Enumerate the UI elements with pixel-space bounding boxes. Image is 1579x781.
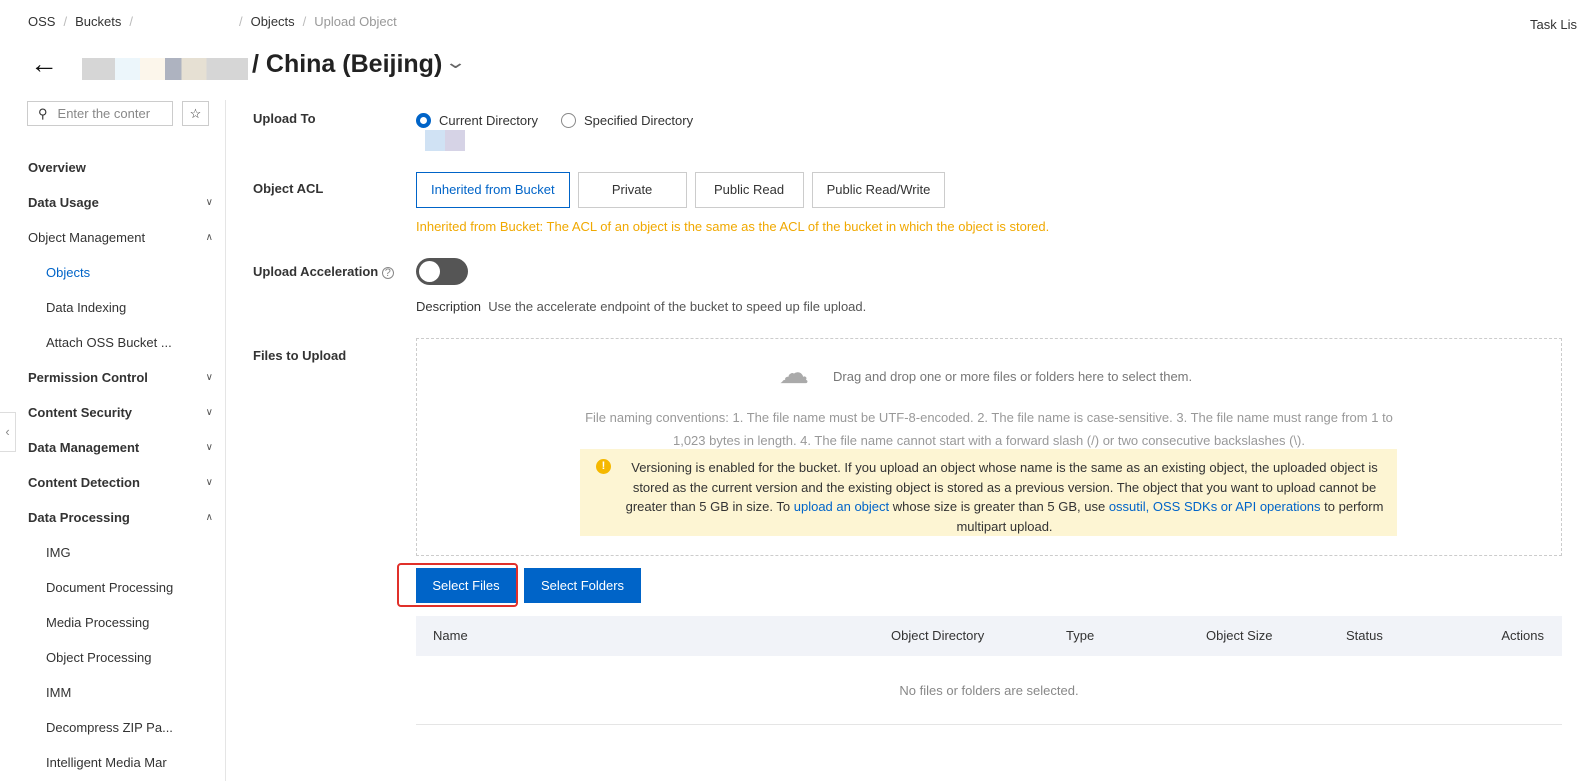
acl-public-read-write-button[interactable]: Public Read/Write [811, 172, 946, 208]
upload-acceleration-label: Upload Acceleration ? [253, 264, 394, 279]
col-status: Status [1346, 628, 1383, 643]
sidebar-item[interactable]: Media Processing [0, 605, 225, 640]
sidebar-item[interactable]: IMG [0, 535, 225, 570]
sidebar-item[interactable]: Object Management ∧ [0, 220, 225, 255]
select-files-button[interactable]: Select Files [416, 568, 516, 603]
acl-inherited-button[interactable]: Inherited from Bucket [416, 172, 570, 208]
warning-icon: ! [596, 459, 611, 474]
acceleration-description: Description Use the accelerate endpoint … [416, 299, 867, 314]
upload-acceleration-toggle[interactable] [416, 258, 468, 285]
sidebar-item[interactable]: Overview [0, 150, 225, 185]
chevron-down-icon: ∨ [205, 407, 213, 418]
region-chevron-down-icon[interactable]: ⌄ [444, 52, 467, 73]
sidebar-item-label: Objects [46, 265, 91, 280]
sidebar-item[interactable]: IMM [0, 675, 225, 710]
search-icon: ⚲ [38, 105, 48, 121]
sidebar-item[interactable]: Document Processing [0, 570, 225, 605]
sidebar-item[interactable]: Objects [0, 255, 225, 290]
sidebar-item[interactable]: Attach OSS Bucket ... [0, 325, 225, 360]
sidebar-item-label: Content Detection [28, 475, 140, 490]
sidebar-item-label: Data Management [28, 440, 140, 455]
back-arrow-icon[interactable]: ← [30, 48, 58, 80]
sidebar-item-label: Object Management [28, 230, 146, 245]
help-icon[interactable]: ? [381, 267, 394, 279]
col-directory: Object Directory [891, 628, 985, 643]
col-size: Object Size [1206, 628, 1273, 643]
chevron-down-icon: ∨ [205, 372, 213, 383]
sidebar-item[interactable]: Data Usage ∨ [0, 185, 225, 220]
sidebar-item[interactable]: Data Indexing [0, 290, 225, 325]
radio-current-directory[interactable]: Current Directory [416, 113, 538, 128]
sidebar-item-label: Content Security [28, 405, 133, 420]
versioning-notice: ! Versioning is enabled for the bucket. I… [580, 449, 1397, 536]
breadcrumb-current: Upload Object [314, 14, 397, 29]
table-header: Name Object Directory Type Object Size S… [416, 616, 1562, 656]
chevron-down-icon: ∨ [205, 477, 213, 488]
sidebar-item[interactable]: Content Security ∨ [0, 395, 225, 430]
table-empty: No files or folders are selected. [416, 656, 1562, 725]
sidebar-item-label: Data Indexing [46, 300, 127, 315]
object-acl-label: Object ACL [253, 181, 324, 196]
breadcrumb: OSS / Buckets / / Objects / Upload Object [28, 14, 397, 29]
col-actions: Actions [1501, 628, 1544, 643]
collapse-sidebar-icon[interactable]: ‹ [0, 412, 16, 452]
sidebar-item[interactable]: Intelligent Media Mar [0, 745, 225, 780]
drop-text: Drag and drop one or more files or folde… [833, 369, 1193, 384]
acl-public-read-button[interactable]: Public Read [694, 172, 804, 208]
acl-options: Inherited from Bucket Private Public Rea… [416, 172, 946, 208]
sidebar-item[interactable]: Object Processing [0, 640, 225, 675]
chevron-up-icon: ∧ [205, 512, 213, 523]
sidebar-item[interactable]: Data Management ∨ [0, 430, 225, 465]
breadcrumb-buckets[interactable]: Buckets [75, 14, 121, 29]
sidebar-item-label: IMM [46, 685, 72, 700]
upload-to-label: Upload To [253, 111, 316, 126]
favorite-star-icon[interactable]: ☆ [182, 101, 209, 126]
cloud-upload-icon: ☁ [779, 357, 809, 390]
chevron-down-icon: ∨ [205, 197, 213, 208]
upload-object-link[interactable]: upload an object [794, 499, 889, 514]
sidebar-item-label: Permission Control [28, 370, 148, 385]
sidebar-item-label: Document Processing [46, 580, 174, 595]
task-list-link[interactable]: Task Lis [1530, 17, 1577, 32]
sidebar-item-label: Data Processing [28, 510, 130, 525]
sidebar-search-input[interactable]: ⚲ Enter the conter [27, 101, 173, 126]
col-name: Name [433, 628, 468, 643]
sidebar-item[interactable]: Permission Control ∨ [0, 360, 225, 395]
files-to-upload-label: Files to Upload [253, 348, 347, 363]
acl-hint: Inherited from Bucket: The ACL of an obj… [416, 219, 1050, 234]
directory-path-redacted [425, 130, 465, 151]
sidebar-item[interactable]: Content Detection ∨ [0, 465, 225, 500]
acl-private-button[interactable]: Private [577, 172, 687, 208]
breadcrumb-oss[interactable]: OSS [28, 14, 55, 29]
sidebar-item-label: Intelligent Media Mar [46, 755, 167, 770]
sidebar-item-label: Attach OSS Bucket ... [46, 335, 172, 350]
ossutil-sdk-link[interactable]: ossutil, OSS SDKs or API operations [1109, 499, 1321, 514]
sidebar-item-label: Data Usage [28, 195, 99, 210]
breadcrumb-objects[interactable]: Objects [251, 14, 295, 29]
sidebar-item-label: Media Processing [46, 615, 150, 630]
sidebar-item[interactable]: Data Processing ∧ [0, 500, 225, 535]
sidebar-nav: Overview Data Usage ∨ Object Management ∧ Obj… [0, 150, 225, 780]
chevron-down-icon: ∨ [205, 442, 213, 453]
sidebar-item-label: IMG [46, 545, 71, 560]
sidebar-item-label: Decompress ZIP Pa... [46, 720, 173, 735]
bucket-name-redacted [82, 58, 248, 80]
naming-conventions: File naming conventions: 1. The file nam… [585, 410, 1393, 448]
col-type: Type [1066, 628, 1095, 643]
radio-specified-directory[interactable]: Specified Directory [561, 113, 693, 128]
sidebar-item-label: Object Processing [46, 650, 152, 665]
sidebar-divider [225, 100, 226, 781]
page-title: / China (Beijing) [252, 50, 443, 78]
select-folders-button[interactable]: Select Folders [524, 568, 641, 603]
sidebar-item[interactable]: Decompress ZIP Pa... [0, 710, 225, 745]
sidebar-item-label: Overview [28, 160, 86, 175]
chevron-up-icon: ∧ [205, 232, 213, 243]
